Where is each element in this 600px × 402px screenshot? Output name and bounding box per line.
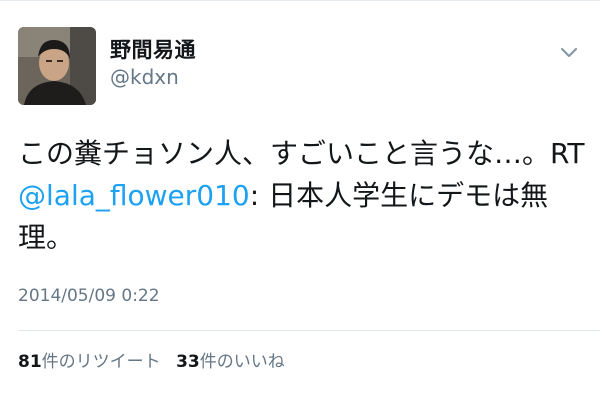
likes-count: 33: [176, 352, 200, 372]
tweet-text: この糞チョソン人、すごいこと言うな…。RT @lala_flower010: 日…: [18, 133, 588, 259]
top-border: [0, 0, 600, 1]
retweets-count: 81: [18, 352, 42, 372]
divider: [18, 330, 600, 331]
tweet-text-before: この糞チョソン人、すごいこと言うな…。RT: [18, 137, 585, 170]
chevron-down-icon[interactable]: [558, 41, 580, 63]
mention-link[interactable]: @lala_flower010: [18, 179, 250, 212]
tweet-detail: 野間易通 @kdxn この糞チョソン人、すごいこと言うな…。RT @lala_f…: [0, 0, 600, 402]
avatar[interactable]: [18, 27, 96, 105]
display-name[interactable]: 野間易通: [110, 37, 196, 63]
user-names: 野間易通 @kdxn: [110, 37, 196, 91]
screen-name[interactable]: @kdxn: [110, 63, 196, 91]
likes-stat[interactable]: 33件のいいね: [176, 349, 285, 375]
tweet-stats: 81件のリツイート 33件のいいね: [18, 349, 285, 375]
tweet-timestamp[interactable]: 2014/05/09 0:22: [18, 283, 160, 309]
retweets-label: 件のリツイート: [41, 352, 161, 372]
likes-label: 件のいいね: [199, 352, 285, 372]
retweets-stat[interactable]: 81件のリツイート: [18, 349, 161, 375]
tweet-header: 野間易通 @kdxn: [18, 27, 582, 105]
